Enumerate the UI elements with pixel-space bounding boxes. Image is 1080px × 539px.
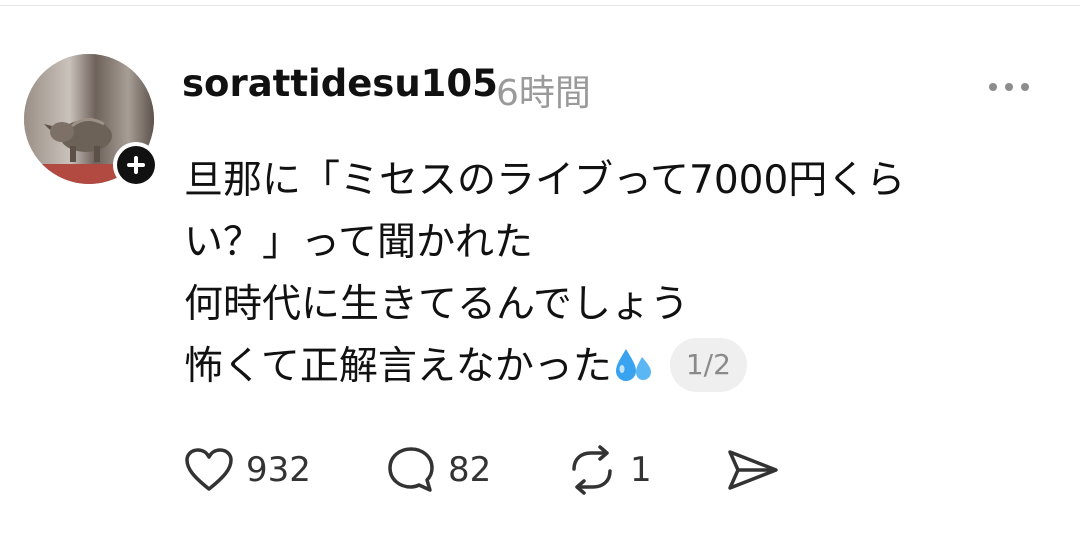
repost-count: 1 [630, 450, 652, 490]
post-text-last-line: 怖くて正解言えなかった 1/2 [184, 336, 1044, 398]
repost-button[interactable]: 1 [566, 442, 652, 498]
reply-count: 82 [448, 450, 492, 490]
sweat-droplets-emoji [615, 348, 651, 381]
post-text-line: 旦那に「ミセスのライブって7000円くら [184, 158, 906, 203]
more-options-button[interactable] [984, 72, 1034, 102]
avatar-figure [44, 118, 112, 162]
plus-icon [117, 146, 155, 184]
post-time: 6時間 [496, 73, 591, 114]
comment-bubble-icon [388, 447, 434, 492]
heart-icon [185, 448, 233, 491]
more-dots-icon [989, 83, 1029, 91]
post-text-line: 何時代に生きてるんでしょう [184, 282, 690, 327]
follow-button[interactable] [113, 142, 159, 188]
share-button[interactable] [726, 442, 780, 498]
username[interactable]: sorattidesu105 [182, 62, 498, 105]
like-count: 932 [246, 450, 311, 490]
post-text-line: い？」って聞かれた [184, 220, 534, 265]
post-text-line: 怖くて正解言えなかった [184, 344, 612, 389]
reply-button[interactable]: 82 [386, 442, 491, 498]
like-button[interactable]: 932 [184, 442, 311, 498]
post-text: 旦那に「ミセスのライブって7000円くら い？」って聞かれた 何時代に生きてるん… [184, 150, 1044, 398]
send-icon [728, 450, 778, 490]
post-card: sorattidesu105 6時間 旦那に「ミセスのライブって7000円くら … [0, 0, 1080, 539]
image-page-counter: 1/2 [669, 337, 747, 392]
repost-icon [572, 445, 612, 495]
